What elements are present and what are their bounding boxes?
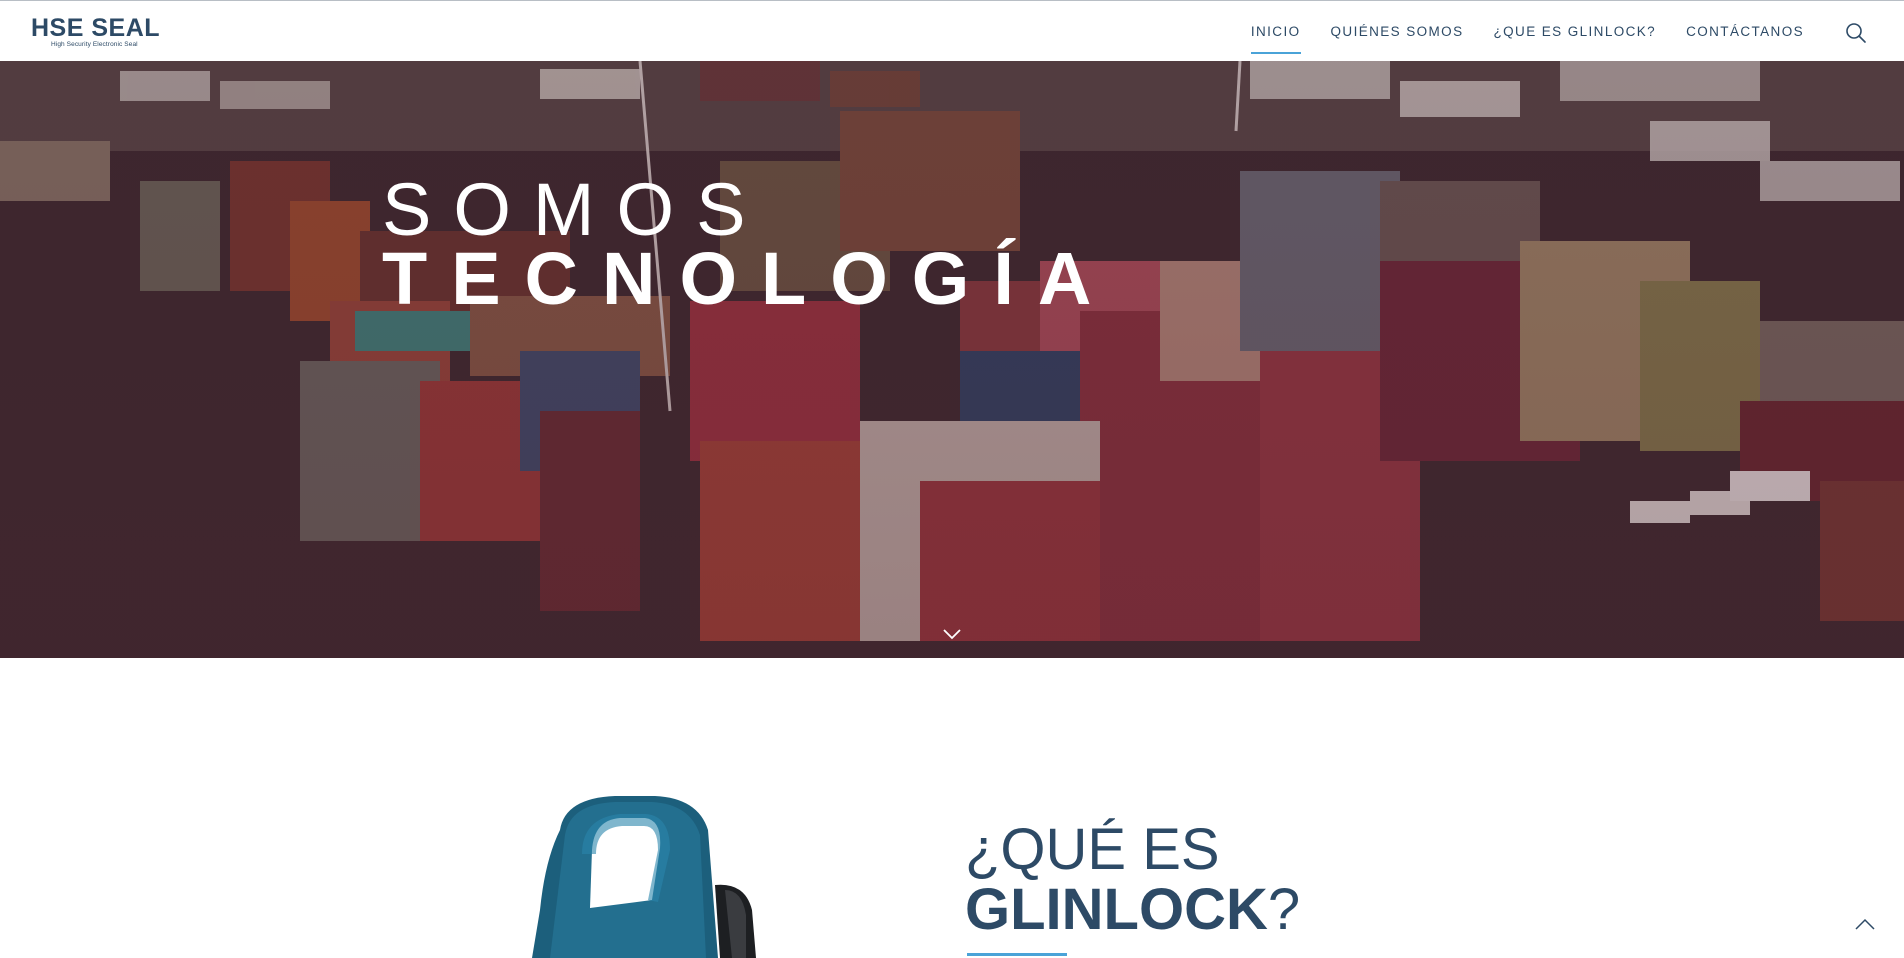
page: HSE SEAL High Security Electronic Seal I… [0, 0, 1904, 958]
chevron-down-icon[interactable] [942, 627, 962, 641]
title-underline [967, 953, 1067, 956]
chevron-up-icon[interactable] [1854, 916, 1876, 932]
section-title-prefix: ¿QUÉ ES [965, 817, 1220, 882]
main-nav: INICIO QUIÉNES SOMOS ¿QUE ES GLINLOCK? C… [1221, 1, 1804, 62]
brand-tagline: High Security Electronic Seal [51, 41, 138, 48]
section-title-suffix: ? [1267, 877, 1301, 942]
hero-banner: SOMOS TECNOLOGÍA [0, 61, 1904, 658]
nav-item-que-es-glinlock[interactable]: ¿QUE ES GLINLOCK? [1494, 20, 1657, 43]
brand-name: HSE SEAL [31, 14, 161, 42]
hero-title-line-2: TECNOLOGÍA [382, 237, 1116, 320]
section-title-brand: GLINLOCK [965, 877, 1268, 942]
hero-overlay [0, 61, 1904, 658]
search-icon[interactable] [1844, 21, 1868, 45]
section-title: GLINLOCK? [965, 880, 1300, 940]
nav-item-inicio[interactable]: INICIO [1250, 20, 1301, 54]
brand-logo[interactable]: HSE SEAL High Security Electronic Seal [31, 16, 161, 52]
nav-item-contactanos[interactable]: CONTÁCTANOS [1686, 20, 1804, 43]
site-header: HSE SEAL High Security Electronic Seal I… [0, 0, 1904, 61]
glinlock-product-image [520, 790, 790, 958]
nav-item-quienes-somos[interactable]: QUIÉNES SOMOS [1331, 20, 1464, 43]
